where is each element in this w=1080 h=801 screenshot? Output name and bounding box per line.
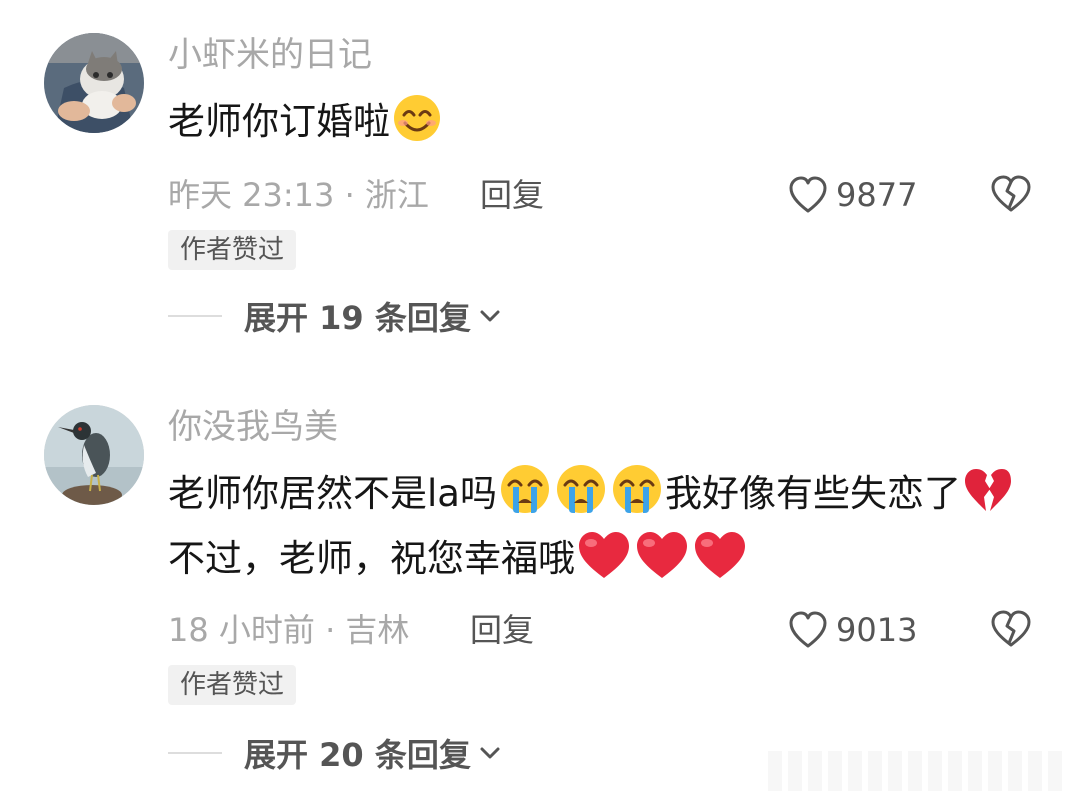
- red-heart-emoji-icon: [635, 530, 689, 595]
- comment-text-part: 我好像有些失恋了: [664, 472, 961, 515]
- username[interactable]: 你没我鸟美: [168, 405, 1040, 449]
- dislike-button[interactable]: [990, 609, 1032, 663]
- comment-text-part: 不过，老师，祝您幸福哦: [168, 537, 575, 580]
- comment-text-part: 老师你居然不是la吗: [168, 472, 497, 515]
- heart-outline-icon: [789, 611, 827, 648]
- divider: [168, 752, 222, 754]
- comment-time-location: 18 小时前 · 吉林: [168, 611, 410, 649]
- reply-button[interactable]: 回复: [470, 605, 534, 655]
- comment-meta: 18 小时前 · 吉林 回复 9013: [168, 605, 1040, 655]
- red-heart-emoji-icon: [577, 530, 631, 595]
- expand-replies-label: 展开 20 条回复: [244, 736, 471, 774]
- author-liked-badge: 作者赞过: [168, 665, 297, 705]
- broken-heart-emoji-icon: [963, 467, 1013, 530]
- like-button[interactable]: 9013: [788, 605, 917, 655]
- crying-emoji-icon: [555, 463, 607, 530]
- red-heart-emoji-icon: [693, 530, 747, 595]
- comment-text: 老师你居然不是la吗 我好像有些失恋了不过，老师，祝您幸福哦: [168, 463, 1038, 595]
- user-avatar[interactable]: [44, 405, 144, 505]
- like-count: 9013: [836, 611, 918, 649]
- crying-emoji-icon: [611, 463, 663, 530]
- crying-emoji-icon: [499, 463, 551, 530]
- chevron-down-icon: [480, 747, 500, 759]
- user-avatar[interactable]: [44, 33, 144, 133]
- watermark: [768, 751, 1068, 791]
- broken-heart-icon: [991, 610, 1031, 647]
- expand-replies-button[interactable]: 展开 20 条回复: [168, 730, 501, 776]
